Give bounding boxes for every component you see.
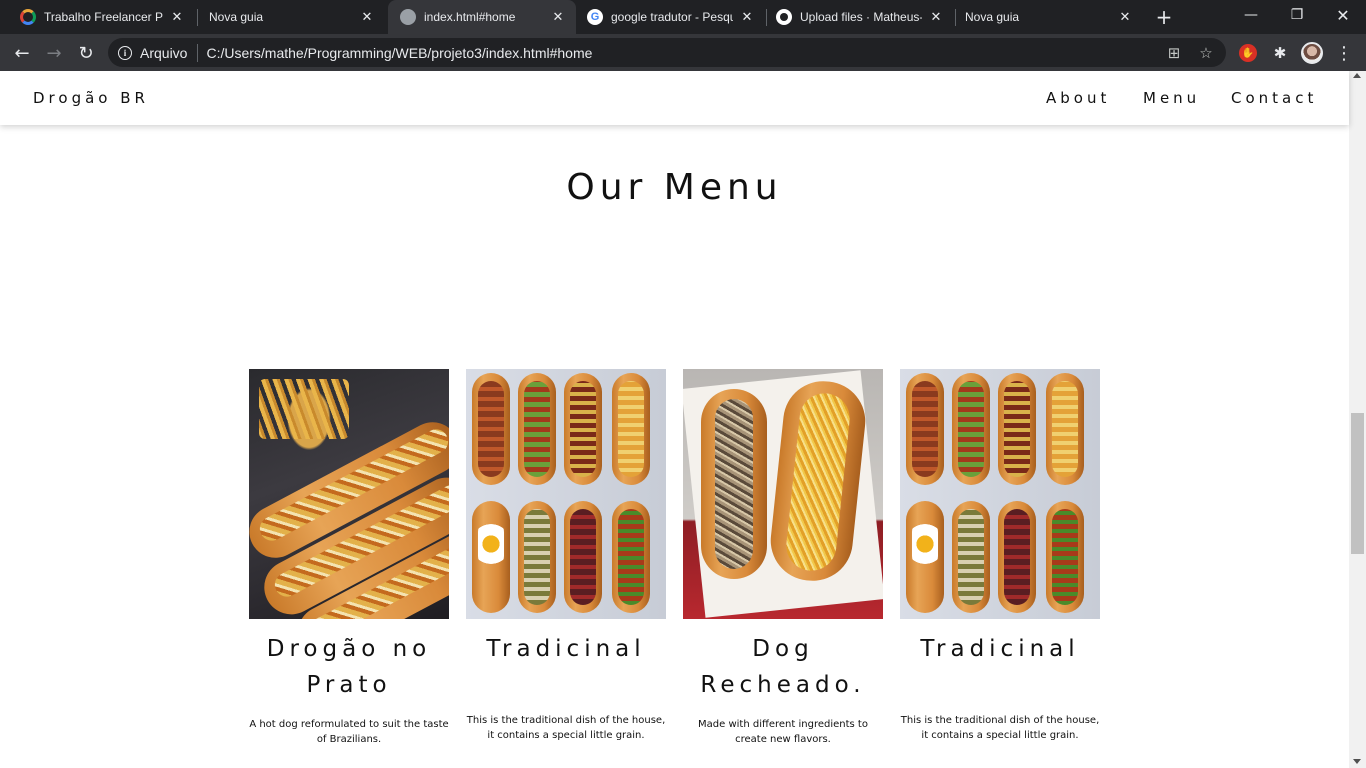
kebab-menu-icon[interactable]: ⋮ <box>1332 41 1356 65</box>
tab-title: Trabalho Freelancer Por <box>44 10 163 24</box>
close-icon[interactable]: ✕ <box>928 9 944 25</box>
file-chip: Arquivo <box>140 44 188 61</box>
forward-button[interactable]: → <box>40 39 68 67</box>
restore-button[interactable]: ❐ <box>1274 0 1320 30</box>
site-navbar: Drogão BR About Menu Contact <box>0 71 1349 125</box>
page-viewport: Drogão BR About Menu Contact Our Menu Dr… <box>0 71 1366 768</box>
close-window-button[interactable]: ✕ <box>1320 0 1366 30</box>
tab-upload-files[interactable]: Upload files · Matheus- ✕ <box>767 0 954 34</box>
address-divider <box>197 43 199 62</box>
github-icon <box>776 9 792 25</box>
scroll-down-arrow-icon[interactable] <box>1353 759 1361 764</box>
minimize-button[interactable]: — <box>1228 0 1274 30</box>
dish-name: Tradicinal <box>486 636 646 662</box>
tab-trabalho-freelancer[interactable]: Trabalho Freelancer Por ✕ <box>0 0 195 34</box>
menu-card: Drogão no Prato A hot dog reformulated t… <box>249 369 449 747</box>
star-icon[interactable]: ☆ <box>1194 41 1218 65</box>
dish-description: Made with different ingredients to creat… <box>698 719 868 745</box>
dish-name: Dog Recheado. <box>700 636 866 698</box>
translate-icon[interactable]: ⊞ <box>1162 41 1186 65</box>
close-icon[interactable]: ✕ <box>1117 9 1133 25</box>
dish-photo <box>249 369 449 619</box>
tab-title: Nova guia <box>209 10 264 24</box>
tab-nova-guia-2[interactable]: Nova guia ✕ <box>956 0 1143 34</box>
profile-avatar[interactable] <box>1300 41 1324 65</box>
tab-strip: Trabalho Freelancer Por ✕ Nova guia ✕ in… <box>0 0 1366 34</box>
menu-card: Tradicinal This is the traditional dish … <box>900 369 1100 743</box>
scroll-up-arrow-icon[interactable] <box>1353 73 1361 78</box>
page-scrollbar[interactable] <box>1349 71 1366 768</box>
dish-photo <box>466 369 666 619</box>
menu-title: Our Menu <box>566 167 783 208</box>
url-text[interactable]: C:/Users/mathe/Programming/WEB/projeto3/… <box>206 45 1162 61</box>
reload-button[interactable]: ↻ <box>72 39 100 67</box>
info-icon[interactable]: i <box>118 45 132 60</box>
nav-link-contact[interactable]: Contact <box>1231 89 1317 107</box>
menu-card: Tradicinal This is the traditional dish … <box>466 369 666 743</box>
tab-index-html[interactable]: index.html#home ✕ <box>388 0 576 34</box>
close-icon[interactable]: ✕ <box>550 9 566 25</box>
dish-description: This is the traditional dish of the hous… <box>900 715 1100 741</box>
close-icon[interactable]: ✕ <box>169 9 185 25</box>
dish-photo <box>900 369 1100 619</box>
globe-icon <box>400 9 416 25</box>
nav-link-about[interactable]: About <box>1046 89 1110 107</box>
menu-card: Dog Recheado. Made with different ingred… <box>683 369 883 747</box>
scroll-thumb[interactable] <box>1351 413 1364 554</box>
tab-title: google tradutor - Pesqu <box>611 10 733 24</box>
back-button[interactable]: ← <box>8 39 36 67</box>
puzzle-icon[interactable]: ✱ <box>1268 41 1292 65</box>
google-icon: G <box>587 9 603 25</box>
ring-icon <box>20 9 36 25</box>
browser-toolbar: ← → ↻ i Arquivo C:/Users/mathe/Programmi… <box>0 34 1366 71</box>
site-brand[interactable]: Drogão BR <box>33 89 149 107</box>
close-icon[interactable]: ✕ <box>359 9 375 25</box>
new-tab-button[interactable]: + <box>1152 5 1176 29</box>
dish-description: A hot dog reformulated to suit the taste… <box>249 719 449 745</box>
address-bar[interactable]: i Arquivo C:/Users/mathe/Programming/WEB… <box>108 38 1226 67</box>
dish-description: This is the traditional dish of the hous… <box>466 715 666 741</box>
tab-google-tradutor[interactable]: G google tradutor - Pesqu ✕ <box>578 0 765 34</box>
nav-link-menu[interactable]: Menu <box>1143 89 1200 107</box>
tab-nova-guia[interactable]: Nova guia ✕ <box>198 0 385 34</box>
tab-title: Nova guia <box>965 10 1020 24</box>
dish-name: Tradicinal <box>920 636 1080 662</box>
dish-name: Drogão no Prato <box>266 636 432 698</box>
dish-photo <box>683 369 883 619</box>
tab-title: index.html#home <box>424 10 516 24</box>
close-icon[interactable]: ✕ <box>739 9 755 25</box>
tab-title: Upload files · Matheus- <box>800 10 922 24</box>
blocker-extension-icon[interactable]: ✋ <box>1236 41 1260 65</box>
